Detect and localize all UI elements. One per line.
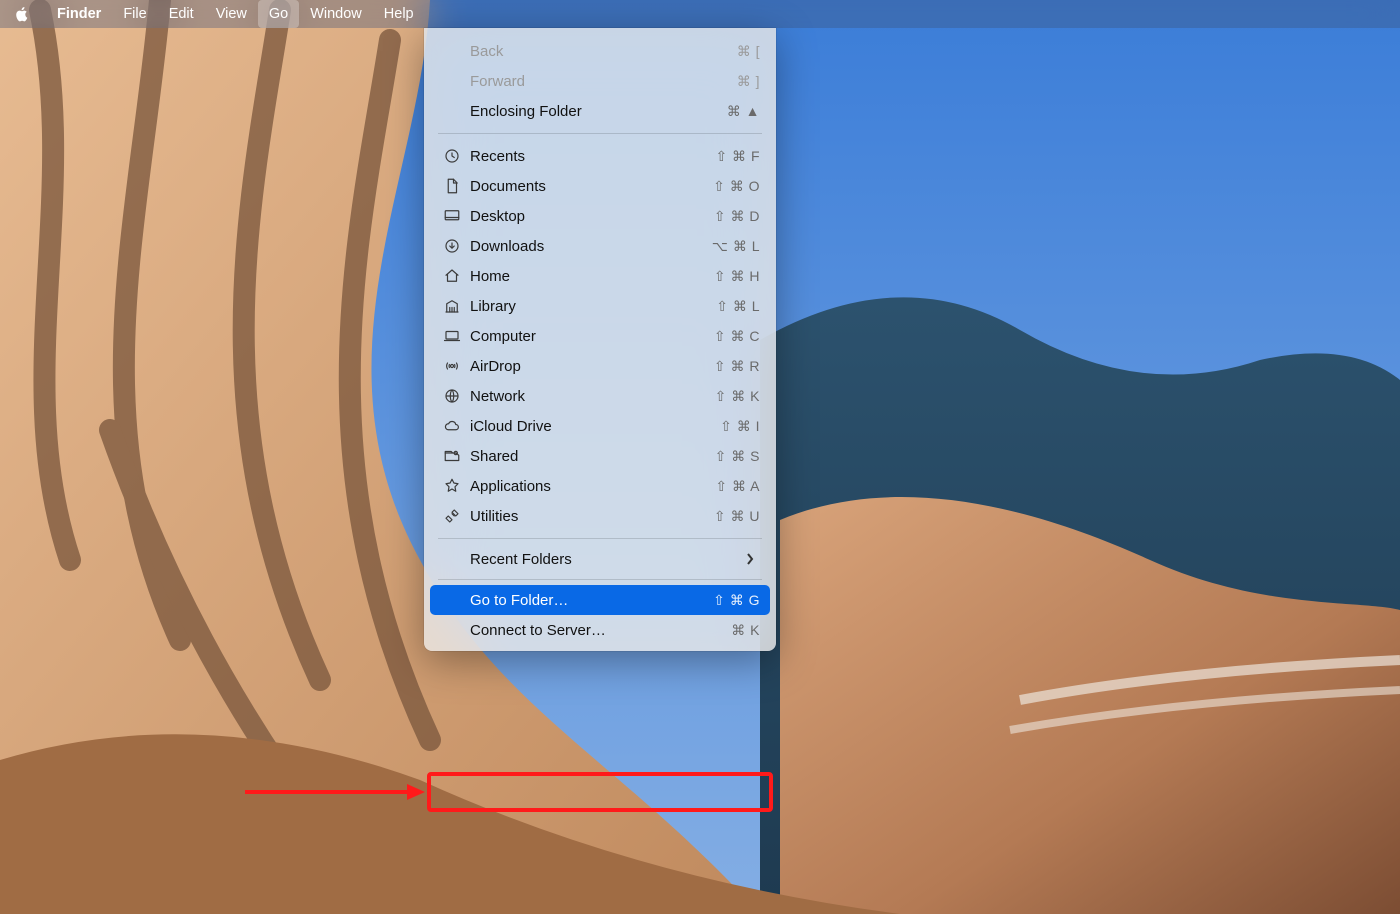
menu-edit[interactable]: Edit	[158, 0, 205, 28]
menu-item-recent-folders[interactable]: Recent Folders	[430, 544, 770, 574]
menu-item-back: Back ⌘ [	[430, 36, 770, 66]
menu-item-label: Downloads	[466, 238, 712, 255]
menu-bar: Finder File Edit View Go Window Help	[0, 0, 1400, 28]
shortcut-text: ⌘ ]	[737, 73, 760, 90]
shortcut-text: ⇧ ⌘ K	[715, 388, 760, 405]
menu-view[interactable]: View	[205, 0, 258, 28]
shortcut-text: ⇧ ⌘ C	[714, 328, 760, 345]
home-icon	[438, 267, 466, 285]
network-icon	[438, 387, 466, 405]
menu-item-label: Home	[466, 268, 714, 285]
menu-item-network[interactable]: Network⇧ ⌘ K	[430, 381, 770, 411]
shortcut-text: ⇧ ⌘ D	[714, 208, 760, 225]
shortcut-text: ⌘ ▲	[727, 103, 760, 120]
menu-separator	[438, 133, 762, 134]
menu-item-label: Go to Folder…	[466, 592, 713, 609]
shortcut-text: ⇧ ⌘ S	[715, 448, 760, 465]
menu-item-label: Forward	[466, 73, 737, 90]
library-icon	[438, 297, 466, 315]
apps-icon	[438, 477, 466, 495]
menu-item-label: Shared	[466, 448, 715, 465]
shortcut-text: ⇧ ⌘ G	[713, 592, 760, 609]
download-icon	[438, 237, 466, 255]
menu-item-go-to-folder[interactable]: Go to Folder… ⇧ ⌘ G	[430, 585, 770, 615]
menu-item-label: Recent Folders	[466, 551, 746, 568]
shortcut-text: ⌘ [	[737, 43, 760, 60]
computer-icon	[438, 327, 466, 345]
menu-item-utilities[interactable]: Utilities⇧ ⌘ U	[430, 501, 770, 531]
shortcut-text: ⇧ ⌘ R	[714, 358, 760, 375]
shared-icon	[438, 447, 466, 465]
menu-item-label: Utilities	[466, 508, 714, 525]
shortcut-text: ⌘ K	[731, 622, 760, 639]
menu-item-icloud-drive[interactable]: iCloud Drive⇧ ⌘ I	[430, 411, 770, 441]
menu-item-computer[interactable]: Computer⇧ ⌘ C	[430, 321, 770, 351]
menu-item-label: Applications	[466, 478, 715, 495]
shortcut-text: ⇧ ⌘ I	[720, 418, 760, 435]
menu-separator	[438, 579, 762, 580]
menu-item-enclosing-folder[interactable]: Enclosing Folder ⌘ ▲	[430, 96, 770, 126]
menu-go[interactable]: Go	[258, 0, 299, 28]
menu-item-home[interactable]: Home⇧ ⌘ H	[430, 261, 770, 291]
menu-item-connect-to-server[interactable]: Connect to Server… ⌘ K	[430, 615, 770, 645]
shortcut-text: ⇧ ⌘ U	[714, 508, 760, 525]
menu-item-label: Documents	[466, 178, 713, 195]
menu-file[interactable]: File	[112, 0, 157, 28]
menu-help[interactable]: Help	[373, 0, 425, 28]
shortcut-text: ⇧ ⌘ F	[715, 148, 760, 165]
shortcut-text: ⇧ ⌘ H	[714, 268, 760, 285]
shortcut-text: ⌥ ⌘ L	[712, 238, 760, 255]
menu-item-downloads[interactable]: Downloads⌥ ⌘ L	[430, 231, 770, 261]
menu-item-label: Back	[466, 43, 737, 60]
chevron-right-icon	[746, 553, 760, 565]
menu-item-forward: Forward ⌘ ]	[430, 66, 770, 96]
cloud-icon	[438, 417, 466, 435]
menu-separator	[438, 538, 762, 539]
menu-finder[interactable]: Finder	[46, 0, 112, 28]
menu-item-label: Computer	[466, 328, 714, 345]
document-icon	[438, 177, 466, 195]
menu-item-label: Recents	[466, 148, 715, 165]
menu-item-applications[interactable]: Applications⇧ ⌘ A	[430, 471, 770, 501]
menu-item-library[interactable]: Library⇧ ⌘ L	[430, 291, 770, 321]
menu-item-label: Library	[466, 298, 716, 315]
menu-item-label: Network	[466, 388, 715, 405]
desktop-icon	[438, 207, 466, 225]
menu-item-label: AirDrop	[466, 358, 714, 375]
clock-icon	[438, 147, 466, 165]
utilities-icon	[438, 507, 466, 525]
menu-item-recents[interactable]: Recents⇧ ⌘ F	[430, 141, 770, 171]
airdrop-icon	[438, 357, 466, 375]
menu-item-label: Enclosing Folder	[466, 103, 727, 120]
go-menu-dropdown: Back ⌘ [ Forward ⌘ ] Enclosing Folder ⌘ …	[424, 28, 776, 651]
shortcut-text: ⇧ ⌘ O	[713, 178, 760, 195]
shortcut-text: ⇧ ⌘ L	[716, 298, 760, 315]
menu-item-label: Desktop	[466, 208, 714, 225]
menu-item-label: Connect to Server…	[466, 622, 731, 639]
menu-window[interactable]: Window	[299, 0, 373, 28]
apple-menu[interactable]	[14, 6, 30, 22]
menu-item-label: iCloud Drive	[466, 418, 720, 435]
menu-item-shared[interactable]: Shared⇧ ⌘ S	[430, 441, 770, 471]
menu-item-desktop[interactable]: Desktop⇧ ⌘ D	[430, 201, 770, 231]
menu-item-documents[interactable]: Documents⇧ ⌘ O	[430, 171, 770, 201]
shortcut-text: ⇧ ⌘ A	[715, 478, 760, 495]
menu-item-airdrop[interactable]: AirDrop⇧ ⌘ R	[430, 351, 770, 381]
